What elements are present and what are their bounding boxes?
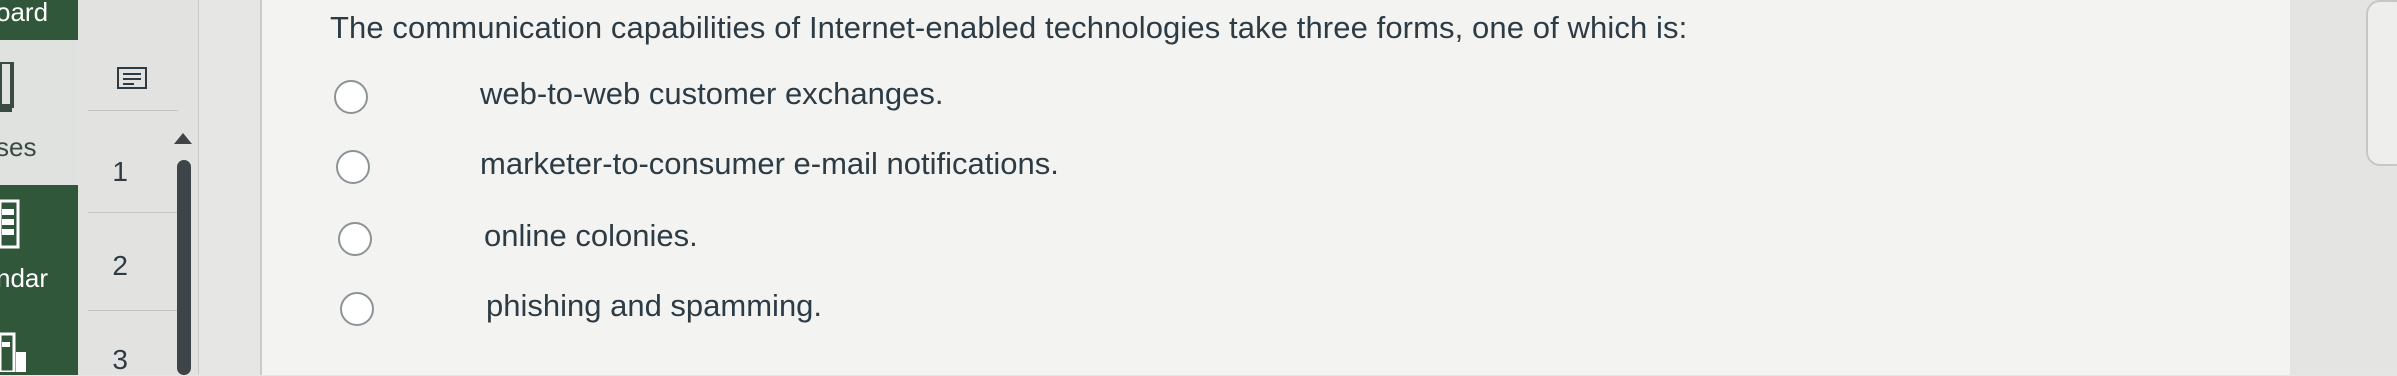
question-number-1[interactable]: 1 xyxy=(28,156,128,188)
inbox-icon xyxy=(0,332,30,375)
radio-button[interactable] xyxy=(336,150,370,184)
radio-button[interactable] xyxy=(338,222,372,256)
right-panel-tab[interactable] xyxy=(2366,0,2397,166)
radio-button[interactable] xyxy=(340,292,374,326)
answer-option-2[interactable]: marketer-to-consumer e-mail notification… xyxy=(334,146,1534,194)
scrollbar-thumb[interactable] xyxy=(177,160,191,375)
question-number-3[interactable]: 3 xyxy=(28,344,128,376)
answer-option-4[interactable]: phishing and spamming. xyxy=(334,288,1534,336)
courses-icon xyxy=(0,60,20,117)
nav-item-dashboard[interactable]: oard xyxy=(0,0,78,40)
question-list-icon xyxy=(117,67,147,89)
question-text: The communication capabilities of Intern… xyxy=(330,10,1688,45)
divider xyxy=(88,310,178,311)
answer-label[interactable]: online colonies. xyxy=(484,218,698,254)
nav-item-calendar[interactable]: ndar xyxy=(0,185,78,305)
scroll-up-arrow-icon[interactable] xyxy=(174,133,192,144)
answer-label[interactable]: web-to-web customer exchanges. xyxy=(480,76,944,112)
question-list-button[interactable] xyxy=(108,62,154,94)
question-number-2[interactable]: 2 xyxy=(28,250,128,282)
nav-label-dashboard: oard xyxy=(0,0,49,27)
answer-option-3[interactable]: online colonies. xyxy=(334,218,1534,266)
divider xyxy=(88,110,178,111)
answer-option-1[interactable]: web-to-web customer exchanges. xyxy=(334,76,1534,124)
calendar-icon xyxy=(0,199,22,256)
question-panel: The communication capabilities of Intern… xyxy=(260,0,2294,375)
answer-label[interactable]: marketer-to-consumer e-mail notification… xyxy=(480,146,1059,182)
answer-label[interactable]: phishing and spamming. xyxy=(486,288,822,324)
divider xyxy=(88,212,178,213)
radio-button[interactable] xyxy=(334,80,368,114)
